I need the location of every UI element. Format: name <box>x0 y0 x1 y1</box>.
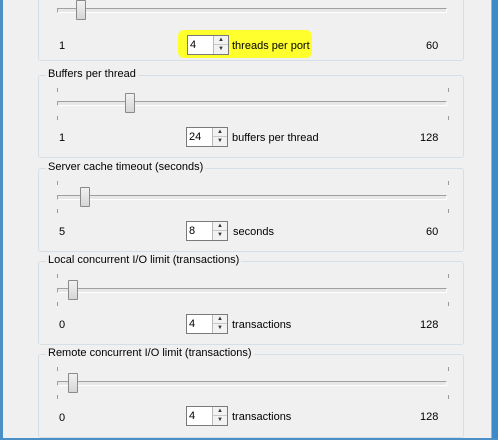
spin-down-icon[interactable]: ▼ <box>213 231 227 240</box>
cache-value[interactable]: 8 <box>189 225 195 237</box>
spin-down-icon[interactable]: ▼ <box>213 324 227 333</box>
buffers-min-label: 1 <box>59 132 66 144</box>
local-io-limit-group: Local concurrent I/O limit (transactions… <box>38 254 464 345</box>
local-io-value[interactable]: 4 <box>189 318 195 330</box>
remote-io-min-label: 0 <box>59 412 66 424</box>
buffers-spinbox[interactable]: 24 ▲ ▼ <box>186 127 228 147</box>
threads-min-label: 1 <box>59 40 66 52</box>
cache-slider-thumb[interactable] <box>79 187 90 207</box>
window-frame-right <box>491 0 498 440</box>
remote-io-tick-marks <box>57 367 449 371</box>
spin-up-icon[interactable]: ▲ <box>213 128 227 137</box>
cache-tick-marks-lower <box>57 209 449 213</box>
remote-io-tick-marks-lower <box>57 395 449 399</box>
buffers-max-label: 128 <box>420 132 439 144</box>
cache-spinbox[interactable]: 8 ▲ ▼ <box>186 221 228 241</box>
spin-down-icon[interactable]: ▼ <box>214 45 228 54</box>
local-io-tick-marks <box>57 274 449 278</box>
cache-max-label: 60 <box>426 226 439 238</box>
buffers-slider-track[interactable] <box>57 101 447 106</box>
buffers-legend: Buffers per thread <box>46 68 138 80</box>
remote-io-slider-thumb[interactable] <box>68 373 79 393</box>
cache-min-label: 5 <box>59 226 66 238</box>
spin-up-icon[interactable]: ▲ <box>213 222 227 231</box>
remote-io-unit-label: transactions <box>232 411 292 423</box>
threads-slider-track[interactable] <box>57 8 447 13</box>
remote-io-max-label: 128 <box>420 411 439 423</box>
spin-up-icon[interactable]: ▲ <box>213 315 227 324</box>
local-io-slider-track[interactable] <box>57 288 447 293</box>
buffers-tick-marks <box>57 88 449 92</box>
remote-io-spinbox[interactable]: 4 ▲ ▼ <box>186 406 228 426</box>
local-io-unit-label: transactions <box>232 319 292 331</box>
threads-per-port-group: 1 4 ▲ ▼ threads per port 60 <box>38 0 464 61</box>
buffers-tick-marks-lower <box>57 116 449 120</box>
local-io-slider-thumb[interactable] <box>68 280 79 300</box>
buffers-value[interactable]: 24 <box>189 131 201 143</box>
window-frame-left <box>0 0 3 440</box>
cache-timeout-legend: Server cache timeout (seconds) <box>46 161 206 173</box>
server-cache-timeout-group: Server cache timeout (seconds) 5 8 ▲ ▼ s… <box>38 161 464 252</box>
local-io-legend: Local concurrent I/O limit (transactions… <box>46 254 242 266</box>
remote-io-legend: Remote concurrent I/O limit (transaction… <box>46 347 254 359</box>
threads-unit-label: threads per port <box>232 40 310 52</box>
threads-spinbox[interactable]: 4 ▲ ▼ <box>187 35 229 55</box>
remote-io-limit-group: Remote concurrent I/O limit (transaction… <box>38 347 464 438</box>
buffers-unit-label: buffers per thread <box>232 132 319 144</box>
threads-slider-thumb[interactable] <box>75 0 86 20</box>
local-io-max-label: 128 <box>420 319 439 331</box>
remote-io-value[interactable]: 4 <box>189 410 195 422</box>
threads-value[interactable]: 4 <box>190 39 196 51</box>
remote-io-slider-track[interactable] <box>57 381 447 386</box>
spin-down-icon[interactable]: ▼ <box>213 137 227 146</box>
cache-tick-marks <box>57 181 449 185</box>
cache-slider-track[interactable] <box>57 195 447 200</box>
spin-up-icon[interactable]: ▲ <box>214 36 228 45</box>
threads-max-label: 60 <box>426 40 439 52</box>
buffers-slider-thumb[interactable] <box>125 93 136 113</box>
local-io-spinbox[interactable]: 4 ▲ ▼ <box>186 314 228 334</box>
local-io-tick-marks-lower <box>57 302 449 306</box>
buffers-per-thread-group: Buffers per thread 1 24 ▲ ▼ buffers per … <box>38 68 464 158</box>
spin-up-icon[interactable]: ▲ <box>213 407 227 416</box>
spin-down-icon[interactable]: ▼ <box>213 416 227 425</box>
cache-unit-label: seconds <box>233 226 274 238</box>
local-io-min-label: 0 <box>59 319 66 331</box>
